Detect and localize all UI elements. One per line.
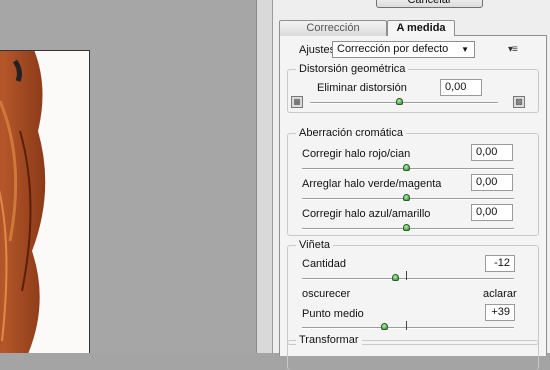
vignette-amount-label: Cantidad	[302, 258, 347, 270]
tab-bar: Corrección automática A medida	[279, 20, 547, 48]
vignette-group: Viñeta Cantidad -12 oscurecer aclarar Pu…	[287, 239, 539, 345]
darken-label: oscurecer	[302, 288, 351, 300]
lens-correction-panel: Cancelar Corrección automática A medida …	[272, 0, 550, 370]
settings-dropdown[interactable]: Corrección por defecto ▼	[332, 41, 475, 58]
midpoint-center-tick	[406, 321, 407, 330]
settings-value: Corrección por defecto	[337, 43, 449, 55]
red-cyan-slider-thumb[interactable]	[403, 164, 410, 171]
hair-photo	[0, 51, 46, 353]
preview-image	[0, 50, 90, 353]
midpoint-slider-thumb[interactable]	[381, 323, 388, 330]
green-magenta-input[interactable]: 0,00	[471, 174, 513, 191]
green-magenta-slider-thumb[interactable]	[403, 194, 410, 201]
vignette-title: Viñeta	[296, 239, 333, 251]
transform-group: Transformar	[287, 334, 539, 370]
red-cyan-input[interactable]: 0,00	[471, 144, 513, 161]
midpoint-label: Punto medio	[302, 308, 364, 320]
chromatic-title: Aberración cromática	[296, 127, 406, 139]
green-magenta-label: Arreglar halo verde/magenta	[302, 178, 442, 190]
remove-distortion-input[interactable]: 0,00	[440, 79, 482, 96]
panel-menu-icon[interactable]: ▾≡	[508, 44, 518, 55]
vignette-amount-track[interactable]	[302, 278, 514, 280]
remove-distortion-slider-thumb[interactable]	[396, 98, 403, 105]
cancel-button[interactable]: Cancelar	[376, 0, 483, 8]
chromatic-aberration-group: Aberración cromática Corregir halo rojo/…	[287, 127, 539, 236]
vignette-amount-slider-thumb[interactable]	[392, 274, 399, 281]
tab-custom[interactable]: A medida	[387, 20, 455, 37]
vignette-amount-input[interactable]: -12	[485, 255, 515, 272]
lighten-label: aclarar	[483, 288, 517, 300]
blue-yellow-slider-thumb[interactable]	[403, 224, 410, 231]
distortion-group: Distorsión geométrica ▦ Eliminar distors…	[287, 63, 539, 113]
midpoint-input[interactable]: +39	[485, 304, 515, 321]
transform-title: Transformar	[296, 334, 362, 346]
chevron-down-icon: ▼	[461, 45, 469, 54]
custom-tab-content: Ajustes: Corrección por defecto ▼ ▾≡ Dis…	[279, 36, 547, 370]
tab-auto-correction[interactable]: Corrección automática	[279, 20, 387, 48]
barrel-icon: ▩	[513, 96, 525, 108]
blue-yellow-input[interactable]: 0,00	[471, 204, 513, 221]
vignette-amount-center-tick	[406, 271, 407, 280]
midpoint-track[interactable]	[302, 327, 514, 329]
red-cyan-label: Corregir halo rojo/cian	[302, 148, 411, 160]
panel-divider	[256, 0, 272, 353]
remove-distortion-track[interactable]	[310, 102, 498, 104]
pincushion-icon: ▦	[291, 96, 303, 108]
blue-yellow-label: Corregir halo azul/amarillo	[302, 208, 431, 220]
distortion-title: Distorsión geométrica	[296, 63, 409, 75]
remove-distortion-label: Eliminar distorsión	[317, 82, 407, 94]
